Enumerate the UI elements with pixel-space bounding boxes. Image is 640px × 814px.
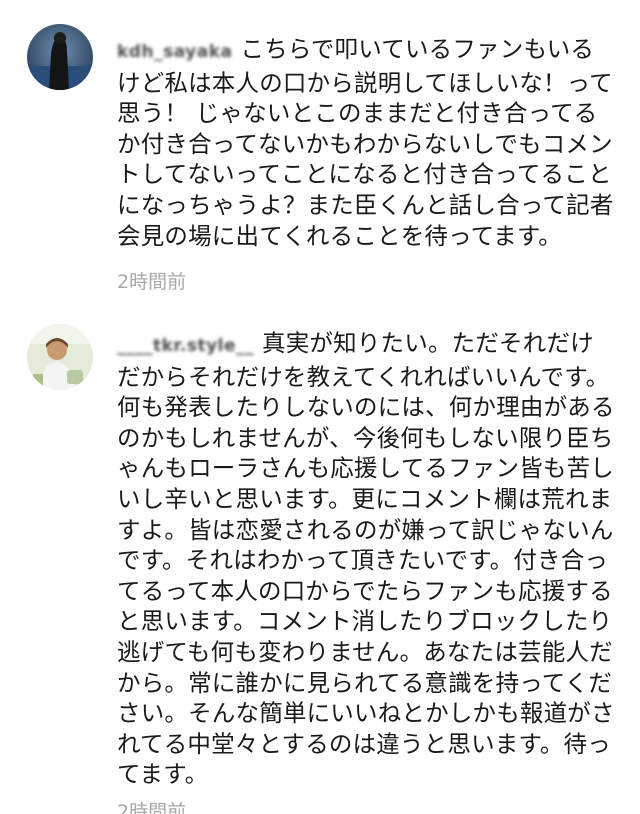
comment-text: こちらで叩いているファンもいるけど私は本人の口から説明してほしいな！って思う！ … (117, 35, 614, 250)
avatar[interactable] (27, 324, 93, 390)
comment-timestamp[interactable]: 2時間前 (117, 267, 186, 294)
comment-text: 真実が知りたい。ただそれだけだからそれだけを教えてくれればいいんです。何も発表し… (117, 329, 615, 789)
avatar[interactable] (27, 24, 93, 90)
comment-username[interactable]: kdh_sayaka (117, 42, 232, 62)
comment-timestamp[interactable]: 2時間前 (117, 797, 186, 814)
comment-body: kdh_sayaka こちらで叩いているファンもいるけど私は本人の口から説明してほ… (117, 34, 617, 251)
comment-username[interactable]: ____tkr.style__ (117, 336, 254, 356)
comment-body: ____tkr.style__ 真実が知りたい。ただそれだけだからそれだけを教えて… (117, 328, 617, 790)
